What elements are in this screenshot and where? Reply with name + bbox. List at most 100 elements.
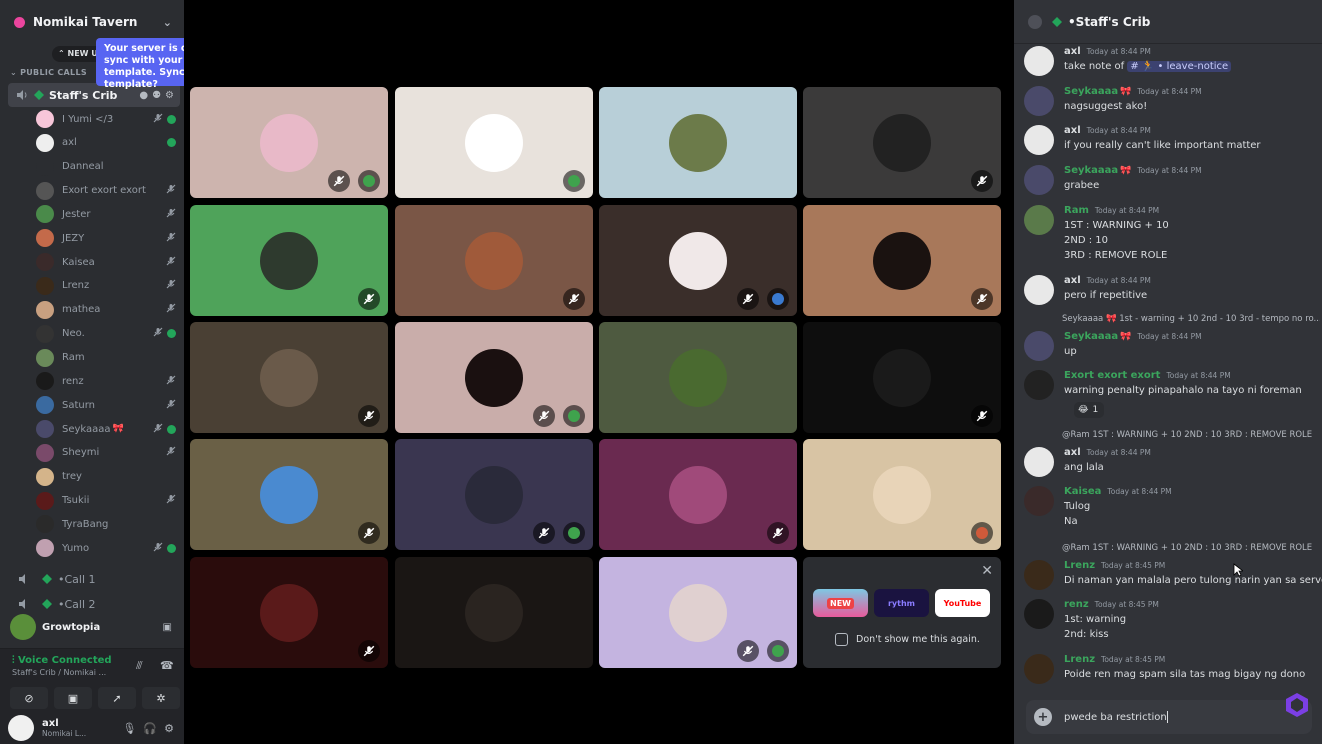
gear-icon[interactable]: ⚙ [164, 722, 174, 735]
message-author[interactable]: axl Today at 8:44 PM [1064, 46, 1151, 57]
video-tile[interactable] [190, 439, 388, 550]
voice-member[interactable]: Yumo [36, 537, 176, 559]
sync-template-tooltip[interactable]: Your server is out of sync with your ser… [96, 38, 184, 90]
channel-mention[interactable]: # 🏃 • leave-notice [1127, 61, 1232, 72]
message-composer[interactable]: + pwede ba restriction [1026, 700, 1312, 734]
disconnect-icon[interactable]: ☎ [160, 659, 174, 672]
message-author[interactable]: Lrenz Today at 8:45 PM [1064, 560, 1165, 571]
message-author[interactable]: Kaisea Today at 8:44 PM [1064, 486, 1172, 497]
voice-member[interactable]: renz [36, 370, 176, 392]
video-tile[interactable] [803, 87, 1001, 198]
chevron-down-icon[interactable]: ⌄ [163, 16, 172, 29]
message-author[interactable]: renz Today at 8:45 PM [1064, 599, 1159, 610]
video-tile[interactable] [803, 205, 1001, 316]
video-tile[interactable] [395, 557, 593, 668]
video-tile[interactable] [395, 439, 593, 550]
message-author[interactable]: Seykaaaa 🎀 Today at 8:44 PM [1064, 165, 1202, 176]
avatar[interactable] [1024, 560, 1054, 590]
voice-member[interactable]: JEZY [36, 227, 176, 249]
message-author[interactable]: Seykaaaa 🎀 Today at 8:44 PM [1064, 86, 1202, 97]
voice-member[interactable]: Lrenz [36, 275, 176, 297]
reply-preview[interactable]: @Ram 1ST : WARNING + 10 2ND : 10 3RD : R… [1062, 543, 1320, 553]
avatar[interactable] [1024, 654, 1054, 684]
voice-channel-call-1[interactable]: • Call 1 [0, 568, 184, 590]
voice-member[interactable]: Ram [36, 347, 176, 369]
message-input[interactable]: pwede ba restriction [1064, 711, 1168, 723]
activity-panel[interactable]: Growtopia ▣ [0, 612, 184, 642]
reply-preview[interactable]: Seykaaaa 🎀 1st - warning + 10 2nd - 10 3… [1062, 314, 1320, 324]
message-author[interactable]: axl Today at 8:44 PM [1064, 275, 1151, 286]
voice-member[interactable]: Seykaaaa 🎀 [36, 418, 176, 440]
message-text: nagsuggest ako! [1064, 101, 1148, 112]
checkbox-box[interactable] [835, 633, 848, 646]
video-tile[interactable] [395, 205, 593, 316]
avatar[interactable] [1024, 599, 1054, 629]
video-tile[interactable] [395, 322, 593, 433]
plus-icon[interactable]: + [1034, 708, 1052, 726]
avatar[interactable] [8, 715, 34, 741]
voice-member[interactable]: mathea [36, 299, 176, 321]
chat-icon[interactable]: ● [139, 90, 148, 101]
voice-member[interactable]: TyraBang [36, 513, 176, 535]
new-activity-logo[interactable]: NEW [813, 589, 868, 617]
activity-button[interactable]: ➚ [98, 687, 136, 709]
video-tile[interactable] [803, 439, 1001, 550]
voice-member[interactable]: Kaisea [36, 251, 176, 273]
video-tile[interactable] [190, 87, 388, 198]
gear-icon[interactable]: ⚙ [165, 90, 174, 101]
voice-member[interactable]: Saturn [36, 394, 176, 416]
avatar[interactable] [1024, 447, 1054, 477]
noise-suppression-icon[interactable]: ⫻ [136, 659, 143, 673]
video-tile[interactable] [803, 322, 1001, 433]
voice-member[interactable]: trey [36, 466, 176, 488]
voice-member[interactable]: Exort exort exort [36, 180, 176, 202]
avatar[interactable] [1024, 275, 1054, 305]
screen-share-button[interactable]: ▣ [54, 687, 92, 709]
message-author[interactable]: Seykaaaa 🎀 Today at 8:44 PM [1064, 331, 1202, 342]
soundboard-button[interactable]: ✲ [142, 687, 180, 709]
voice-connected-channel[interactable]: Staff's Crib / Nomikai ... [12, 668, 106, 677]
voice-member[interactable]: Neo. [36, 323, 176, 345]
video-tile[interactable] [190, 557, 388, 668]
video-tile[interactable] [395, 87, 593, 198]
rythm-logo[interactable]: rythm [874, 589, 929, 617]
video-tile[interactable] [190, 205, 388, 316]
voice-member[interactable]: Tsukii [36, 490, 176, 512]
video-tile[interactable] [599, 439, 797, 550]
youtube-logo[interactable]: YouTube [935, 589, 990, 617]
microphone-icon[interactable]: 🎙 [122, 722, 136, 735]
voice-member[interactable]: axl [36, 132, 176, 154]
avatar[interactable] [1024, 486, 1054, 516]
headphones-icon[interactable]: 🎧 [143, 722, 157, 735]
screen-share-icon[interactable]: ▣ [163, 622, 172, 633]
avatar[interactable] [1024, 370, 1054, 400]
add-member-icon[interactable]: ⚉ [152, 90, 161, 101]
camera-off-button[interactable]: ⊘ [10, 687, 48, 709]
avatar[interactable] [1024, 46, 1054, 76]
message-author[interactable]: axl Today at 8:44 PM [1064, 447, 1151, 458]
video-tile[interactable] [599, 557, 797, 668]
section-label[interactable]: ⌄ PUBLIC CALLS [10, 68, 87, 77]
avatar[interactable] [1024, 165, 1054, 195]
voice-member[interactable]: Danneal [36, 156, 176, 178]
close-icon[interactable]: ✕ [981, 563, 993, 579]
voice-member[interactable]: Sheymi [36, 442, 176, 464]
message-author[interactable]: Exort exort exort Today at 8:44 PM [1064, 370, 1231, 381]
voice-member[interactable]: I Yumi </3 [36, 108, 176, 130]
reaction-chip[interactable]: 😂 1 [1074, 402, 1104, 418]
video-tile[interactable] [190, 322, 388, 433]
video-tile[interactable] [599, 205, 797, 316]
avatar[interactable] [1024, 331, 1054, 361]
video-tile[interactable] [599, 87, 797, 198]
avatar[interactable] [1024, 125, 1054, 155]
message-author[interactable]: axl Today at 8:44 PM [1064, 125, 1151, 136]
dont-show-again-checkbox[interactable]: Don't show me this again. [835, 633, 980, 646]
video-tile[interactable] [599, 322, 797, 433]
avatar[interactable] [1024, 205, 1054, 235]
voice-member[interactable]: Jester [36, 203, 176, 225]
reply-preview[interactable]: @Ram 1ST : WARNING + 10 2ND : 10 3RD : R… [1062, 430, 1320, 440]
avatar[interactable] [1024, 86, 1054, 116]
message-author[interactable]: Lrenz Today at 8:45 PM [1064, 654, 1165, 665]
message-author[interactable]: Ram Today at 8:44 PM [1064, 205, 1159, 216]
thread-icon[interactable] [1028, 14, 1042, 29]
